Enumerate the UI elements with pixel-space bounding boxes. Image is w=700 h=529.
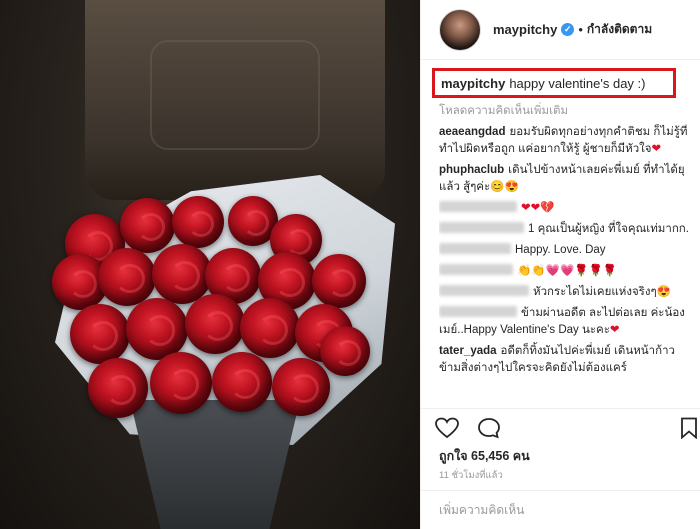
blurred-username [439,222,524,233]
verified-badge-icon: ✓ [561,23,575,36]
bouquet-stem-wrap [130,400,300,529]
rose-flower [172,196,224,248]
comments-list: aeaeangdad ยอมรับผิดทุกอย่างทุกคำติชม ก็ไ… [439,124,691,402]
separator-dot: • [578,22,583,37]
caption-text: happy valentine's day :) [509,75,646,91]
comment-username[interactable]: tater_yada [439,345,497,357]
comment-text: 1 คุณเป็นผู้หญิง ที่ใจคุณเท่มากก. [528,223,689,235]
rose-flower [126,298,188,360]
following-button[interactable]: กำลังติดตาม [587,20,652,39]
comment-emoji: ❤ [609,324,620,336]
blurred-username [439,306,517,317]
add-comment-input[interactable]: เพิ่มความคิดเห็น [421,490,700,529]
comment-item: phuphaclub เดินไปข้างหน้าเลยค่ะพี่เมย์ ที… [439,162,691,196]
post-photo[interactable] [0,0,420,529]
comment-item: Happy. Love. Day [439,242,691,259]
header-username[interactable]: maypitchy [493,22,557,37]
avatar[interactable] [439,8,481,51]
comment-item: หัวกระไดไม่เคยแห่งจริงๆ😍 [439,284,691,301]
comment-item: aeaeangdad ยอมรับผิดทุกอย่างทุกคำติชม ก็ไ… [439,124,691,158]
comment-username[interactable]: aeaeangdad [439,126,505,138]
bookmark-icon[interactable] [677,417,700,439]
rose-flower [120,198,175,253]
rose-flower [70,304,130,364]
comment-username[interactable]: phuphaclub [439,164,504,176]
comment-text: Happy. Love. Day [515,244,606,256]
rose-flower [312,254,366,308]
rose-flower [150,352,212,414]
caption-highlight: maypitchy happy valentine's day :) [432,68,676,98]
comment-item: 1 คุณเป็นผู้หญิง ที่ใจคุณเท่มากก. [439,221,691,238]
heart-icon[interactable] [435,417,459,439]
action-bar [421,408,700,444]
rose-flower [98,248,156,306]
post-timestamp: 11 ชั่วโมงที่แล้ว [439,470,503,481]
likes-count[interactable]: ถูกใจ 65,456 คน [439,446,530,466]
comment-emoji: 👏👏💗💗🌹🌹🌹 [517,265,618,277]
comment-item: ❤❤💔 [439,200,691,217]
caption-username[interactable]: maypitchy [441,76,505,91]
post-header: maypitchy ✓ • กำลังติดตาม [421,0,700,60]
rose-flower [272,358,330,416]
seat-stitching [150,40,320,150]
comment-item: ข้ามผ่านอดีต ละไปต่อเลย ค่ะน้องเมย์..Hap… [439,305,691,339]
blurred-username [439,264,513,275]
comment-item: 👏👏💗💗🌹🌹🌹 [439,263,691,280]
comment-emoji: 😍 [656,286,671,298]
rose-flower [212,352,272,412]
rose-flower [240,298,300,358]
post-side-panel: maypitchy ✓ • กำลังติดตาม maypitchy happ… [420,0,700,529]
blurred-username [439,285,529,296]
blurred-username [439,201,517,212]
rose-flower [185,294,245,354]
comment-emoji: ❤ [651,143,662,155]
comment-text: หัวกระไดไม่เคยแห่งจริงๆ [533,286,657,298]
load-more-comments[interactable]: โหลดความคิดเห็นเพิ่มเติม [439,102,568,120]
comment-emoji: ❤❤💔 [521,202,555,214]
rose-flower [152,244,212,304]
rose-flower [88,358,148,418]
comment-emoji: 😊😍 [490,181,519,193]
comment-item: tater_yada อดีตก็ทิ้งมันไปค่ะพี่เมย์ เดิน… [439,343,691,377]
rose-flower [320,326,370,376]
comment-icon[interactable] [477,417,501,439]
blurred-username [439,243,511,254]
